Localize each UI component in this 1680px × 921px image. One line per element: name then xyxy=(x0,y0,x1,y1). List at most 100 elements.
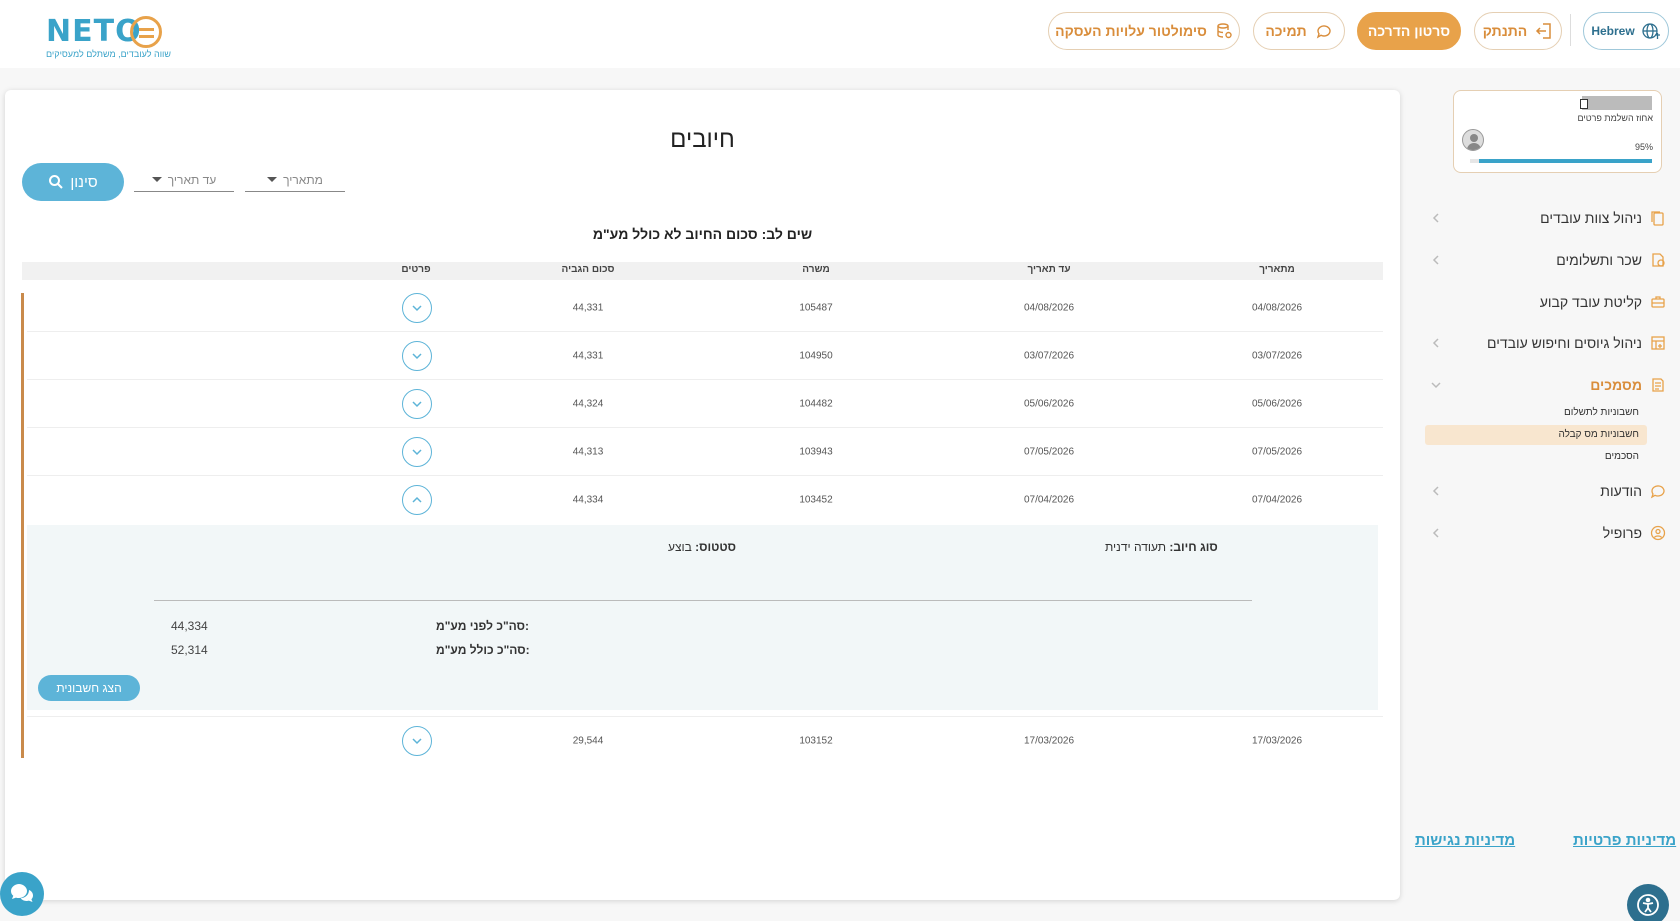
accessibility-icon xyxy=(1637,894,1659,916)
chevron-left-icon xyxy=(1432,486,1439,496)
expand-row-button[interactable] xyxy=(402,292,432,323)
cell-to-date: 03/07/2026 xyxy=(1023,350,1075,361)
chevron-down-icon xyxy=(412,304,422,311)
sidebar-item-profile[interactable]: פרופיל xyxy=(1425,516,1670,550)
tutorial-label: סרטון הדרכה xyxy=(1367,23,1451,39)
support-button[interactable]: תמיכה xyxy=(1253,12,1345,50)
documents-icon xyxy=(1652,378,1664,392)
cell-amount: 44,331 xyxy=(572,302,604,313)
cell-from-date: 04/08/2026 xyxy=(1251,302,1303,313)
cell-amount: 44,313 xyxy=(572,446,604,457)
sidebar-item-label: ניהול גיוסים וחיפוש עובדים xyxy=(1487,335,1642,351)
chevron-down-icon xyxy=(412,352,422,359)
charge-type-label: סוג חיוב: xyxy=(1169,540,1218,554)
logo-tagline: שווה לעובדים, משתלם למעסיקים xyxy=(46,49,171,59)
redacted-user-name xyxy=(1580,96,1652,110)
profile-completion-percent: 95% xyxy=(1634,142,1653,152)
search-icon xyxy=(49,175,64,189)
table-row: 03/07/2026 03/07/2026 104950 44,331 xyxy=(27,332,1383,380)
cell-amount: 29,544 xyxy=(572,735,604,746)
top-header: NETO שווה לעובדים, משתלם למעסיקים סימולט… xyxy=(0,0,1680,68)
support-label: תמיכה xyxy=(1265,23,1307,39)
cell-amount: 44,334 xyxy=(572,494,604,506)
details-divider xyxy=(154,600,1252,601)
sidebar-item-label: מסמכים xyxy=(1590,377,1642,393)
sidebar-item-label: ניהול צוות עובדים xyxy=(1540,210,1642,226)
sidebar-item-messages[interactable]: הודעות xyxy=(1425,474,1670,508)
from-date-placeholder: מתאריך xyxy=(283,172,323,187)
collapse-row-button[interactable] xyxy=(402,485,432,515)
profile-progress-fill xyxy=(1479,159,1652,163)
chevron-left-icon xyxy=(1432,528,1439,538)
table-row: 17/03/2026 17/03/2026 103152 29,544 xyxy=(27,716,1383,764)
charges-card: חיובים סינון עד תאריך מתאריך שים לב: סכו… xyxy=(5,90,1400,900)
table-row: 07/05/2026 07/05/2026 103943 44,313 xyxy=(27,428,1383,476)
profile-completion-label: אחוז השלמת פרטים xyxy=(1577,113,1653,123)
cell-from-date: 07/05/2026 xyxy=(1251,446,1303,457)
sidebar-subitem-invoices-to-pay[interactable]: חשבוניות לתשלום xyxy=(1425,403,1647,423)
cell-from-date: 05/06/2026 xyxy=(1251,398,1303,409)
header-job: משרה xyxy=(802,264,830,275)
accessibility-button[interactable] xyxy=(1627,884,1669,921)
simulator-label: סימולטור עלויות העסקה xyxy=(1055,23,1207,39)
sidebar-item-recruitment[interactable]: ניהול גיוסים וחיפוש עובדים xyxy=(1425,326,1670,360)
message-icon xyxy=(1650,485,1665,499)
grid-plus-icon xyxy=(1651,336,1665,350)
total-before-vat-value: 44,334 xyxy=(171,619,208,633)
cell-amount: 44,324 xyxy=(572,398,604,409)
expand-row-button[interactable] xyxy=(402,340,432,371)
chat-bubbles-icon xyxy=(11,884,33,902)
expand-row-button[interactable] xyxy=(402,725,432,756)
sidebar-subitem-agreements[interactable]: הסכמים xyxy=(1425,447,1647,467)
chat-widget-button[interactable] xyxy=(0,872,44,916)
sidebar-subitem-tax-invoices[interactable]: חשבוניות מס קבלה xyxy=(1425,425,1647,445)
page-title: חיובים xyxy=(670,126,735,153)
language-label: Hebrew xyxy=(1591,24,1635,38)
total-with-vat-label: סה"כ כולל מע"מ: xyxy=(436,643,530,657)
to-date-field[interactable]: עד תאריך xyxy=(134,168,234,192)
filter-label: סינון xyxy=(70,173,98,191)
sidebar-item-payroll[interactable]: שכר ותשלומים xyxy=(1425,243,1670,277)
cell-job: 105487 xyxy=(799,302,833,313)
chevron-left-icon xyxy=(1432,338,1439,348)
expand-row-button[interactable] xyxy=(402,436,432,467)
charge-type: סוג חיוב: תעודה ידנית xyxy=(1105,540,1218,554)
profile-card[interactable]: אחוז השלמת פרטים 95% xyxy=(1453,90,1662,173)
from-date-field[interactable]: מתאריך xyxy=(245,168,345,192)
header-from-date: מתאריך xyxy=(1259,264,1295,275)
sidebar-item-team-management[interactable]: ניהול צוות עובדים xyxy=(1425,201,1670,235)
profile-progress-bar xyxy=(1470,159,1652,163)
sidebar-item-hire-employee[interactable]: קליטת עובד קבוע xyxy=(1425,285,1670,319)
chevron-down-icon xyxy=(412,400,422,407)
status-value: בוצע xyxy=(668,540,692,554)
logout-button[interactable]: התנתק xyxy=(1474,12,1562,50)
show-invoice-button[interactable]: הצג חשבונית xyxy=(38,675,140,701)
filter-button[interactable]: סינון xyxy=(22,163,124,201)
simulator-button[interactable]: סימולטור עלויות העסקה xyxy=(1048,12,1240,50)
privacy-policy-link[interactable]: מדיניות פרטיות xyxy=(1573,832,1676,849)
sidebar-item-label: פרופיל xyxy=(1602,525,1642,541)
charge-type-value: תעודה ידנית xyxy=(1105,540,1166,554)
logout-icon xyxy=(1536,23,1551,39)
payroll-icon xyxy=(1652,253,1665,267)
table-row: 05/06/2026 05/06/2026 104482 44,324 xyxy=(27,380,1383,428)
total-before-vat-label: סה"כ לפני מע"מ: xyxy=(436,619,530,633)
header-details: פרטים xyxy=(401,264,431,275)
table-header: מתאריך עד תאריך משרה סכום הגביה פרטים xyxy=(22,262,1383,280)
accessibility-policy-link[interactable]: מדיניות נגישות xyxy=(1415,832,1515,849)
neto-logo[interactable]: NETO שווה לעובדים, משתלם למעסיקים xyxy=(46,14,171,62)
sidebar-item-documents[interactable]: מסמכים xyxy=(1425,368,1670,402)
logo-text: NETO xyxy=(46,14,142,49)
cell-job: 104950 xyxy=(799,350,833,361)
tutorial-video-button[interactable]: סרטון הדרכה xyxy=(1357,12,1461,50)
cell-from-date: 07/04/2026 xyxy=(1251,494,1303,506)
logo-equals-icon xyxy=(130,16,162,48)
vat-notice: שים לב: סכום החיוב לא כולל מע"מ xyxy=(592,226,813,242)
dropdown-caret-icon xyxy=(151,177,162,182)
expand-row-button[interactable] xyxy=(402,388,432,419)
cell-to-date: 05/06/2026 xyxy=(1023,398,1075,409)
row-details-panel: סוג חיוב: תעודה ידנית סטטוס: בוצע סה"כ ל… xyxy=(27,525,1378,710)
language-selector[interactable]: Hebrew xyxy=(1583,12,1669,50)
chat-bubble-icon xyxy=(1316,25,1331,39)
cell-to-date: 07/04/2026 xyxy=(1023,494,1075,506)
